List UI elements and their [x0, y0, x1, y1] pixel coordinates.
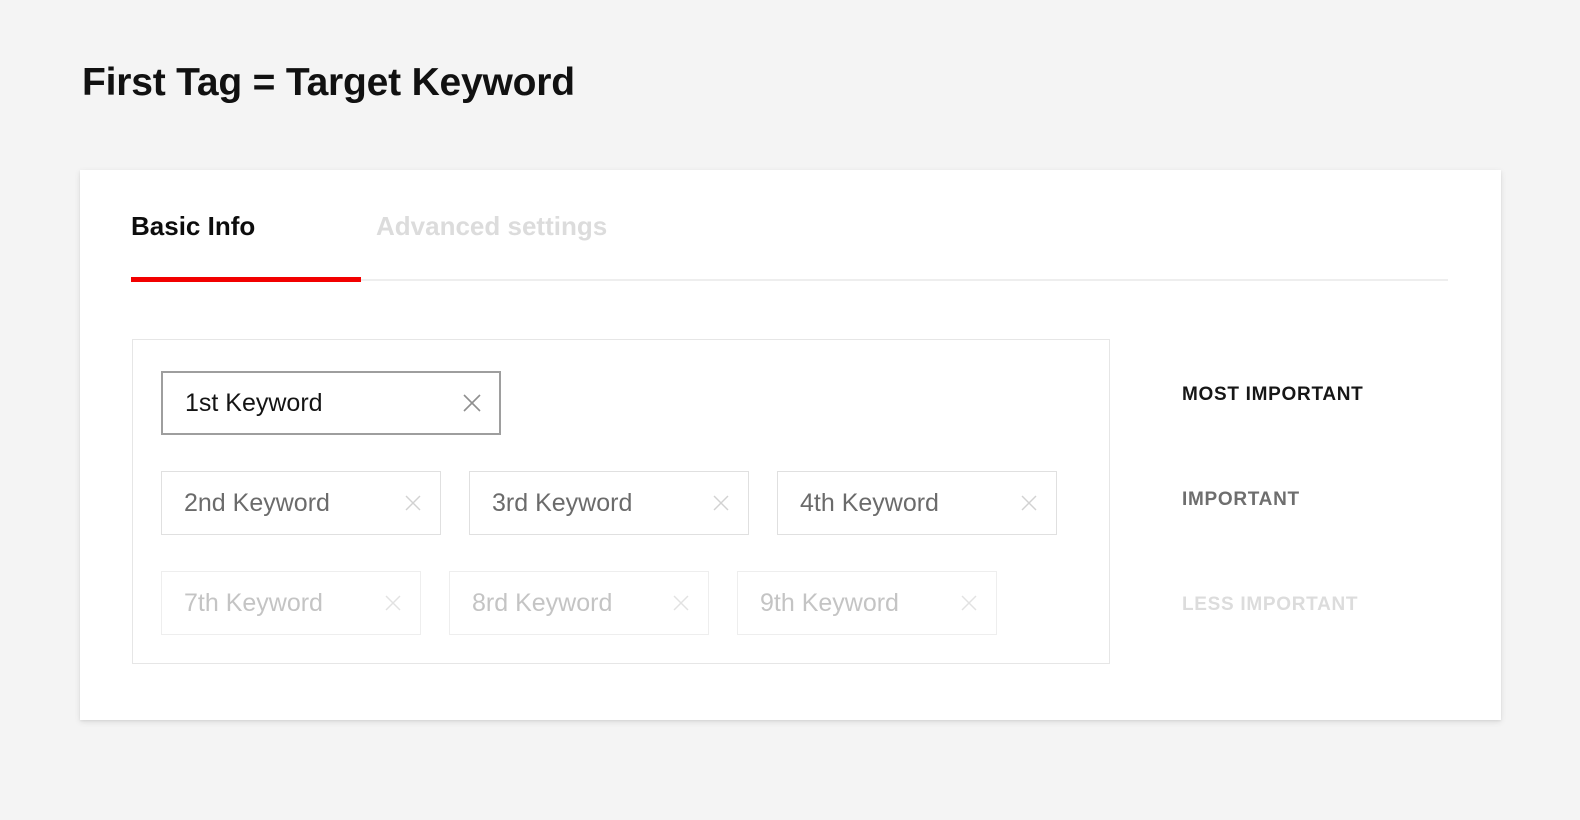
active-tab-indicator [131, 277, 361, 282]
keyword-chip[interactable]: 4th Keyword [777, 471, 1057, 535]
keyword-chip-label: 2nd Keyword [184, 488, 330, 517]
keyword-chip[interactable]: 9th Keyword [737, 571, 997, 635]
tab-basic-info[interactable]: Basic Info [131, 211, 255, 242]
keyword-row-less-important: 7th Keyword 8rd Keyword 9th Keyword [161, 571, 997, 635]
close-icon[interactable] [402, 492, 424, 514]
keyword-tags-container: 1st Keyword 2nd Keyword 3rd Keyword 4th … [132, 339, 1110, 664]
page-title: First Tag = Target Keyword [82, 61, 575, 104]
keyword-chip-label: 1st Keyword [185, 388, 323, 417]
priority-label-important: IMPORTANT [1182, 489, 1300, 510]
close-icon[interactable] [461, 392, 483, 414]
keyword-chip[interactable]: 7th Keyword [161, 571, 421, 635]
keyword-chip-label: 7th Keyword [184, 588, 323, 617]
priority-label-less-important: LESS IMPORTANT [1182, 594, 1359, 615]
keyword-row-important: 2nd Keyword 3rd Keyword 4th Keyword [161, 471, 1057, 535]
keyword-chip-label: 9th Keyword [760, 588, 899, 617]
close-icon[interactable] [710, 492, 732, 514]
settings-card: Basic Info Advanced settings 1st Keyword [80, 170, 1501, 720]
tab-advanced-settings[interactable]: Advanced settings [376, 211, 607, 242]
priority-label-most-important: MOST IMPORTANT [1182, 384, 1364, 405]
tab-bar: Basic Info Advanced settings [80, 170, 1501, 282]
close-icon[interactable] [958, 592, 980, 614]
keyword-chip-label: 3rd Keyword [492, 488, 633, 517]
keyword-chip[interactable]: 3rd Keyword [469, 471, 749, 535]
keyword-chip-label: 8rd Keyword [472, 588, 613, 617]
keyword-chip[interactable]: 2nd Keyword [161, 471, 441, 535]
close-icon[interactable] [382, 592, 404, 614]
keyword-chip[interactable]: 1st Keyword [161, 371, 501, 435]
keyword-row-most-important: 1st Keyword [161, 371, 501, 435]
close-icon[interactable] [1018, 492, 1040, 514]
keyword-chip[interactable]: 8rd Keyword [449, 571, 709, 635]
keyword-chip-label: 4th Keyword [800, 488, 939, 517]
page-root: First Tag = Target Keyword Basic Info Ad… [0, 0, 1580, 820]
close-icon[interactable] [670, 592, 692, 614]
